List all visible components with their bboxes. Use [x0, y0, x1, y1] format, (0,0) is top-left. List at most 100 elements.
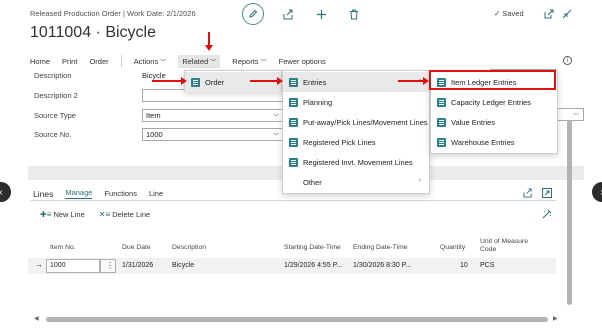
menu-item-warehouse-entries[interactable]: Warehouse Entries: [431, 132, 557, 152]
menu-item-entries[interactable]: Entries ›: [283, 72, 429, 92]
collapse-icon: [562, 9, 572, 19]
menu-item-registered-invt-label: Registered Invt. Movement Lines: [303, 157, 413, 167]
action-bar: Home Print Order Actions ﹀ Related ﹀ Rep…: [30, 54, 338, 68]
menu-item-other[interactable]: Other ›: [283, 172, 429, 192]
edit-icon: [249, 9, 258, 18]
list-icon: [437, 97, 446, 107]
row-ending-date-time: 1/30/2026 8:30 P...: [353, 262, 412, 269]
scroll-left-icon[interactable]: ◀: [34, 315, 39, 322]
action-related[interactable]: Related ﹀: [178, 54, 221, 68]
new-line-button[interactable]: ✚≡ New Line: [40, 210, 85, 219]
annotation-arrow-right: [152, 77, 187, 85]
tab-manage[interactable]: Manage: [65, 188, 93, 199]
horizontal-scrollbar[interactable]: [46, 317, 548, 322]
menu-item-capacity-ledger-entries[interactable]: Capacity Ledger Entries: [431, 92, 557, 112]
personalize-button[interactable]: [540, 207, 554, 221]
order-submenu: Entries › Planning Put-away/Pick Lines/M…: [282, 70, 430, 194]
list-icon: [437, 117, 446, 127]
vertical-scrollbar[interactable]: [567, 120, 572, 305]
list-icon: [289, 77, 298, 87]
column-quantity[interactable]: Quantity: [440, 244, 465, 251]
chevron-right-icon: ›: [418, 177, 421, 184]
menu-item-order[interactable]: Order: [185, 72, 281, 92]
menu-item-order-label: Order: [205, 77, 225, 87]
action-order[interactable]: Order: [89, 57, 108, 66]
column-due-date[interactable]: Due Date: [122, 244, 151, 251]
row-selected-arrow-icon: →: [35, 260, 43, 269]
source-no-value: 1000: [146, 130, 163, 139]
menu-item-planning-label: Planning: [303, 97, 333, 107]
row-menu-icon[interactable]: ⋮: [106, 261, 114, 270]
chevron-down-icon: ﹀: [272, 115, 279, 121]
list-icon: [289, 97, 298, 107]
lines-divider: [30, 200, 556, 201]
menu-item-putaway-pick-lines[interactable]: Put-away/Pick Lines/Movement Lines: [283, 112, 429, 132]
next-page-button[interactable]: ›: [592, 182, 602, 202]
share-button[interactable]: [281, 7, 295, 21]
open-new-window-button[interactable]: [542, 7, 556, 21]
description-label: Description: [34, 71, 72, 80]
list-icon: [289, 137, 298, 147]
action-reports[interactable]: Reports ﹀: [232, 57, 266, 66]
expand-icon: [542, 188, 552, 198]
menu-item-capacity-ledger-label: Capacity Ledger Entries: [451, 97, 532, 107]
column-unit-of-measure[interactable]: Unit of Measure Code: [480, 238, 528, 254]
annotation-arrow-right: [250, 77, 283, 85]
action-home[interactable]: Home: [30, 57, 50, 66]
add-button[interactable]: [314, 7, 328, 21]
menu-item-value-entries[interactable]: Value Entries: [431, 112, 557, 132]
menu-item-putaway-label: Put-away/Pick Lines/Movement Lines: [303, 117, 428, 127]
action-print[interactable]: Print: [62, 57, 77, 66]
description2-label: Description 2: [34, 91, 78, 100]
list-icon: [289, 157, 298, 167]
tab-line[interactable]: Line: [149, 189, 163, 198]
chevron-down-icon: ﹀: [160, 59, 167, 66]
breadcrumb: Released Production Order | Work Date: 2…: [30, 9, 196, 18]
share-icon: [523, 188, 532, 198]
tab-functions[interactable]: Functions: [104, 189, 137, 198]
row-uom: PCS: [480, 262, 495, 269]
lines-share-button[interactable]: [521, 186, 535, 200]
lines-expand-button[interactable]: [540, 186, 554, 200]
lines-header: Lines Manage Functions Line: [33, 188, 175, 199]
menu-item-planning[interactable]: Planning: [283, 92, 429, 112]
lines-title: Lines: [33, 188, 54, 199]
description-field[interactable]: Bicycle: [142, 71, 166, 80]
source-no-label: Source No.: [34, 130, 72, 139]
action-fewer-options[interactable]: Fewer options: [279, 57, 326, 66]
scroll-right-icon[interactable]: ▶: [553, 315, 558, 322]
column-starting-date-time[interactable]: Starting Date-Time: [284, 244, 341, 251]
menu-item-value-entries-label: Value Entries: [451, 117, 496, 127]
source-no-select[interactable]: 1000 ﹀: [142, 128, 284, 141]
delete-line-label: Delete Line: [112, 210, 151, 219]
action-actions[interactable]: Actions ﹀: [134, 57, 167, 66]
source-type-select[interactable]: Item ﹀: [142, 109, 284, 122]
info-icon[interactable]: i: [563, 56, 572, 65]
delete-button[interactable]: [347, 7, 361, 21]
column-description[interactable]: Description: [172, 244, 206, 251]
personalize-icon: [542, 209, 552, 219]
actions-label: Actions: [133, 56, 159, 66]
chevron-down-icon: ﹀: [572, 114, 579, 120]
new-line-label: New Line: [53, 210, 85, 219]
column-item-no[interactable]: Item No.: [50, 244, 76, 251]
delete-line-button[interactable]: ✕≡ Delete Line: [99, 210, 150, 219]
menu-item-registered-pick-lines[interactable]: Registered Pick Lines: [283, 132, 429, 152]
column-ending-date-time[interactable]: Ending Date-Time: [353, 244, 408, 251]
menu-item-warehouse-entries-label: Warehouse Entries: [451, 137, 515, 147]
menu-item-entries-label: Entries: [303, 77, 327, 87]
menu-item-registered-invt-movement[interactable]: Registered Invt. Movement Lines: [283, 152, 429, 172]
row-item-no: 1000: [50, 262, 66, 269]
row-description: Bicycle: [172, 262, 195, 269]
list-icon: [437, 137, 446, 147]
add-icon: [316, 9, 326, 19]
annotation-arrow-down: [205, 32, 213, 51]
document-icon: [191, 77, 200, 87]
page-title: 1011004 · Bicycle: [30, 24, 156, 41]
row-due-date: 1/31/2026: [122, 262, 154, 269]
delete-icon: [350, 9, 358, 19]
collapse-button[interactable]: [560, 7, 574, 21]
source-type-label: Source Type: [34, 111, 76, 120]
previous-page-button[interactable]: ‹: [0, 182, 11, 202]
edit-button[interactable]: [242, 3, 264, 25]
